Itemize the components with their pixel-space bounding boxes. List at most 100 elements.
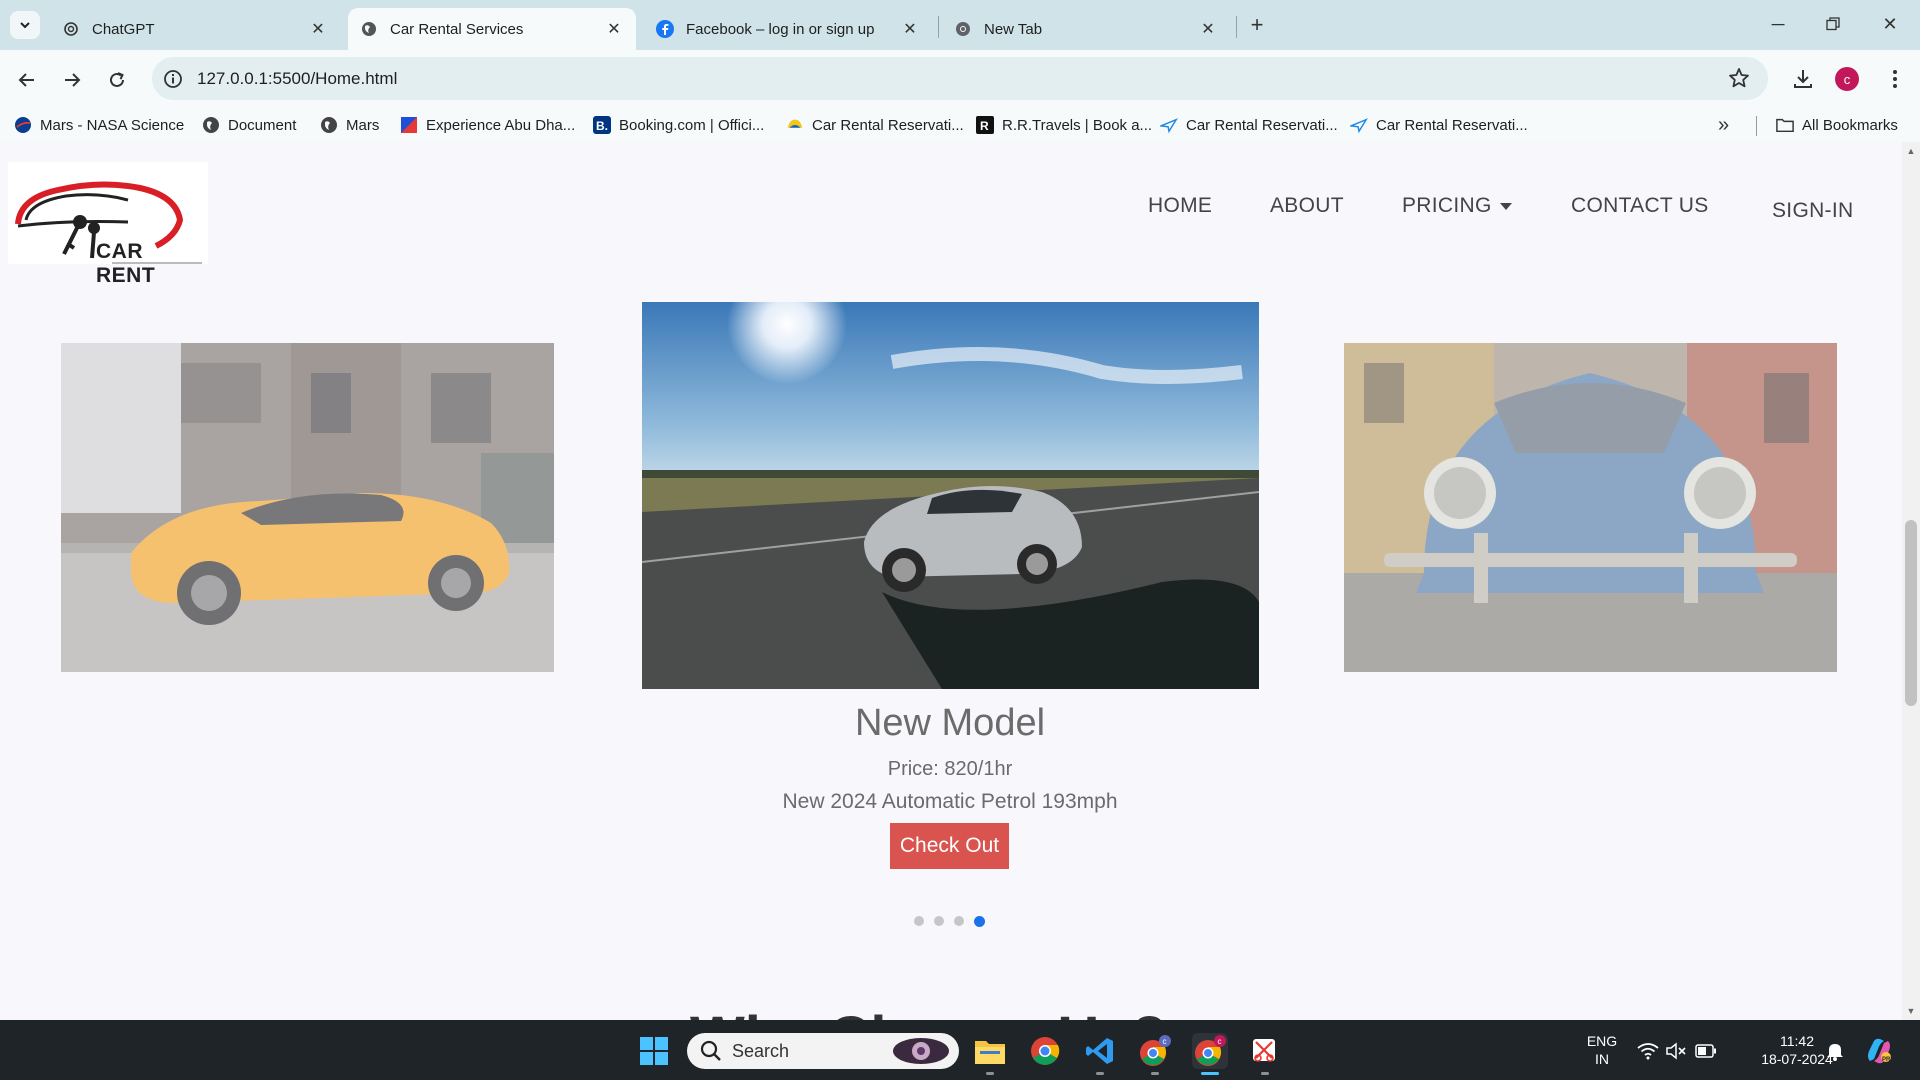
logo-tagline-line	[112, 262, 202, 264]
copilot-button[interactable]: PRE	[1861, 1033, 1897, 1069]
carousel-dot[interactable]	[934, 916, 944, 926]
more-bookmarks-button[interactable]: »	[1718, 114, 1729, 136]
chrome-icon	[954, 20, 972, 38]
site-info-icon[interactable]	[162, 68, 184, 90]
carousel-indicators	[914, 915, 985, 927]
speaker-muted-icon	[1666, 1042, 1686, 1060]
bookmark-label: Car Rental Reservati...	[1376, 116, 1528, 134]
tab-separator	[938, 16, 939, 38]
bookmark-divider	[1756, 116, 1757, 136]
bookmark-item[interactable]: Car Rental Reservati...	[1350, 114, 1528, 136]
close-window-button[interactable]: ✕	[1870, 8, 1910, 40]
tab-facebook[interactable]: Facebook – log in or sign up ✕	[644, 8, 932, 50]
taskbar-search-box[interactable]: Search	[687, 1033, 959, 1069]
forward-button[interactable]	[56, 64, 88, 96]
address-bar[interactable]: 127.0.0.1:5500/Home.html	[152, 57, 1768, 100]
carousel-card-next[interactable]	[1344, 343, 1837, 672]
carousel-card-prev[interactable]	[61, 343, 554, 672]
bookmark-label: Document	[228, 116, 297, 134]
nav-pricing-label: PRICING	[1402, 194, 1492, 217]
bookmark-star-icon[interactable]	[1728, 67, 1750, 94]
silver-car-road-image	[642, 302, 1259, 689]
chrome-profile-icon: c	[1195, 1035, 1226, 1066]
car-price: Price: 820/1hr	[887, 758, 1013, 780]
globe-icon	[202, 116, 220, 134]
reload-button[interactable]	[101, 64, 133, 96]
blue-vintage-car-image	[1344, 343, 1837, 672]
nav-pricing[interactable]: PRICING	[1402, 194, 1512, 218]
taskbar-chrome-active[interactable]: c	[1192, 1033, 1228, 1069]
page-viewport: CAR RENT HOME ABOUT PRICING CONTACT US S…	[0, 142, 1920, 1020]
openai-icon	[62, 20, 80, 38]
menu-button[interactable]	[1880, 64, 1910, 94]
svg-text:B.: B.	[596, 119, 608, 133]
scroll-up-arrow-icon[interactable]: ▲	[1906, 146, 1916, 156]
minimize-button[interactable]: ─	[1758, 8, 1798, 40]
language-indicator[interactable]: ENG IN	[1582, 1032, 1622, 1068]
nav-signin[interactable]: SIGN-IN	[1772, 199, 1853, 223]
all-bookmarks-button[interactable]: All Bookmarks	[1776, 114, 1898, 136]
svg-text:PRE: PRE	[1882, 1057, 1894, 1063]
tray-battery[interactable]	[1688, 1033, 1724, 1069]
tab-chatgpt[interactable]: ChatGPT ✕	[50, 8, 340, 50]
restore-button[interactable]	[1813, 8, 1853, 40]
kebab-menu-icon	[1893, 70, 1897, 88]
bookmark-label: All Bookmarks	[1802, 116, 1898, 134]
close-icon[interactable]: ✕	[900, 19, 920, 39]
download-icon	[1794, 70, 1812, 88]
nav-home[interactable]: HOME	[1148, 194, 1212, 218]
nav-about[interactable]: ABOUT	[1270, 194, 1344, 218]
running-indicator	[1261, 1072, 1269, 1075]
orange-sports-car-image	[61, 343, 554, 672]
active-indicator	[1201, 1072, 1219, 1075]
profile-button[interactable]: c	[1832, 64, 1862, 94]
language-code: ENG	[1586, 1033, 1618, 1049]
taskbar-chrome[interactable]	[1027, 1033, 1063, 1069]
check-out-button[interactable]: Check Out	[890, 823, 1009, 869]
close-icon[interactable]: ✕	[604, 19, 624, 39]
taskbar-chrome-profile[interactable]: c	[1137, 1033, 1173, 1069]
bookmark-item[interactable]: Mars	[320, 114, 379, 136]
tab-search-button[interactable]	[10, 11, 40, 39]
running-indicator	[1096, 1072, 1104, 1075]
carousel-card-active[interactable]	[642, 302, 1259, 689]
scrollbar-thumb[interactable]	[1905, 520, 1917, 706]
reload-icon	[110, 72, 124, 87]
taskbar-vscode[interactable]	[1082, 1033, 1118, 1069]
search-icon	[700, 1040, 721, 1061]
carousel-dot-active[interactable]	[974, 915, 985, 927]
folder-icon	[975, 1041, 1005, 1064]
nasa-icon	[14, 116, 32, 134]
avatar: c	[1835, 67, 1859, 91]
back-button[interactable]	[11, 64, 43, 96]
bookmark-item[interactable]: Document	[202, 114, 296, 136]
start-button[interactable]	[636, 1033, 672, 1069]
rr-travels-icon: R	[976, 116, 994, 134]
bookmark-item[interactable]: Car Rental Reservati...	[1160, 114, 1338, 136]
wifi-icon	[1637, 1043, 1659, 1060]
new-tab-button[interactable]: +	[1244, 12, 1270, 38]
bookmark-label: Experience Abu Dha...	[426, 116, 576, 134]
scroll-down-arrow-icon[interactable]: ▼	[1906, 1006, 1916, 1016]
taskbar-file-explorer[interactable]	[972, 1033, 1008, 1069]
tab-new-tab[interactable]: New Tab ✕	[942, 8, 1230, 50]
bookmark-item[interactable]: Experience Abu Dha...	[400, 114, 575, 136]
close-icon[interactable]: ✕	[1198, 19, 1218, 39]
snipping-tool-icon	[1253, 1039, 1275, 1062]
svg-text:c: c	[1163, 1037, 1167, 1046]
taskbar-snipping-tool[interactable]	[1247, 1033, 1283, 1069]
bell-icon	[1827, 1044, 1843, 1061]
tab-car-rental[interactable]: Car Rental Services ✕	[348, 8, 636, 50]
carousel-dot[interactable]	[954, 916, 964, 926]
notifications-button[interactable]	[1817, 1033, 1853, 1069]
site-logo[interactable]: CAR RENT	[8, 162, 208, 287]
close-icon[interactable]: ✕	[308, 19, 328, 39]
carousel-dot[interactable]	[914, 916, 924, 926]
url-text[interactable]: 127.0.0.1:5500/Home.html	[197, 69, 397, 89]
bookmark-item[interactable]: B. Booking.com | Offici...	[593, 114, 764, 136]
downloads-button[interactable]	[1788, 64, 1818, 94]
bookmark-item[interactable]: Mars - NASA Science	[14, 114, 184, 136]
bookmark-item[interactable]: R R.R.Travels | Book a...	[976, 114, 1152, 136]
bookmark-item[interactable]: Car Rental Reservati...	[786, 114, 964, 136]
nav-contact[interactable]: CONTACT US	[1571, 194, 1709, 218]
